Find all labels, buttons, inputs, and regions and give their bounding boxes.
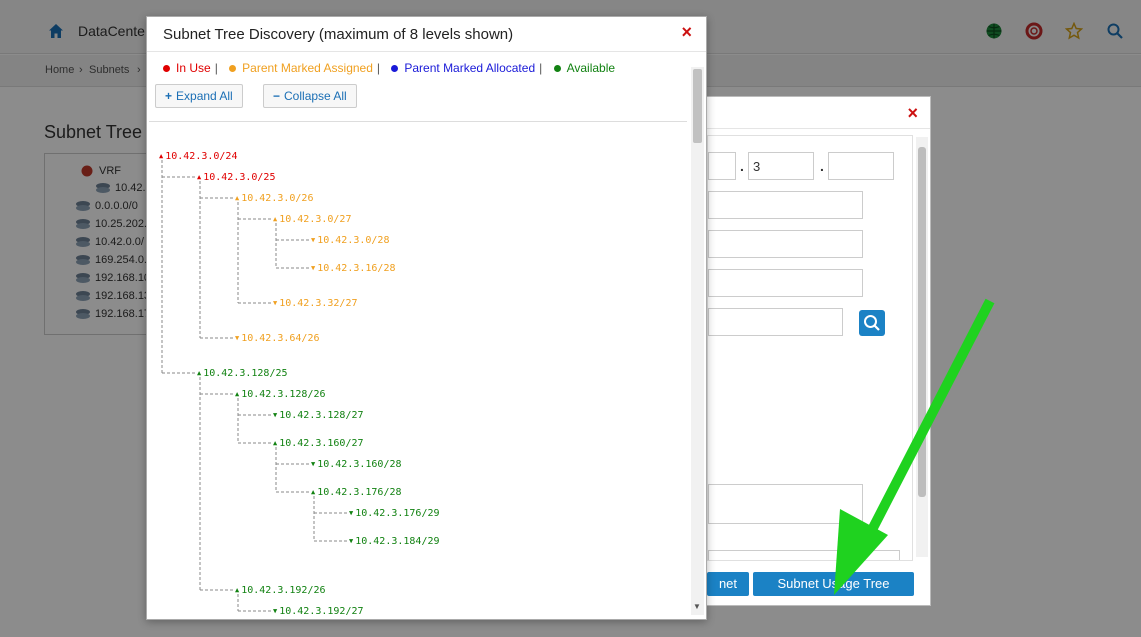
text-field[interactable] — [708, 230, 863, 258]
tree-node[interactable]: ▲ 10.42.3.128/25 — [197, 367, 288, 379]
legend-dot-icon — [553, 64, 561, 72]
tree-node[interactable]: ▲ 10.42.3.176/28 — [311, 486, 402, 498]
caret-up-icon[interactable]: ▲ — [311, 488, 315, 496]
legend-in-use: In Use — [159, 61, 211, 75]
tree-node[interactable]: ▲ 10.42.3.0/26 — [235, 192, 313, 204]
tree-node-label: 10.42.3.160/28 — [317, 459, 402, 470]
caret-down-icon[interactable]: ▼ — [273, 607, 277, 615]
tree-node-label: 10.42.3.184/29 — [355, 536, 440, 547]
tree-node-label: 10.42.3.0/25 — [203, 172, 276, 183]
close-icon[interactable]: × — [907, 103, 918, 124]
caret-down-icon[interactable]: ▼ — [273, 299, 277, 307]
caret-down-icon[interactable]: ▼ — [349, 509, 353, 517]
caret-down-icon[interactable]: ▼ — [311, 460, 315, 468]
caret-up-icon[interactable]: ▲ — [235, 390, 239, 398]
tree-node-label: 10.42.3.192/27 — [279, 606, 364, 617]
legend-dot-icon — [163, 64, 170, 72]
tree-node-label: 10.42.3.0/24 — [165, 151, 238, 162]
plus-icon: + — [165, 89, 173, 103]
tree-node-label: 10.42.3.176/29 — [355, 508, 440, 519]
annotation-arrow-icon — [834, 298, 995, 595]
expand-all-button[interactable]: + Expand All — [155, 84, 243, 108]
tree-node-label: 10.42.3.176/28 — [317, 487, 402, 498]
status-legend: In Use | Parent Marked Assigned | Parent M… — [159, 61, 617, 75]
caret-down-icon[interactable]: ▼ — [273, 411, 277, 419]
caret-up-icon[interactable]: ▲ — [197, 173, 201, 181]
tree-node-label: 10.42.3.128/27 — [279, 410, 364, 421]
caret-up-icon[interactable]: ▲ — [197, 369, 201, 377]
modal-header: × — [701, 97, 930, 129]
ip-separator: . — [740, 158, 744, 174]
modal-header: Subnet Tree Discovery (maximum of 8 leve… — [147, 17, 706, 52]
ip-octet-3[interactable]: 3 — [748, 152, 814, 180]
tree-node-label: 10.42.3.128/26 — [241, 389, 326, 400]
caret-down-icon[interactable]: ▼ — [311, 264, 315, 272]
subnet-tree-discovery-modal: Subnet Tree Discovery (maximum of 8 leve… — [146, 16, 707, 620]
tree-node-label: 10.42.3.64/26 — [241, 333, 320, 344]
modal-title: Subnet Tree Discovery (maximum of 8 leve… — [163, 26, 514, 43]
scrollbar[interactable]: ▼ — [691, 67, 704, 615]
scrollbar-thumb[interactable] — [693, 69, 702, 143]
tree-node[interactable]: ▲ 10.42.3.0/27 — [273, 213, 351, 225]
ip-octet-2[interactable] — [708, 152, 736, 180]
tree-node-label: 10.42.3.160/27 — [279, 438, 364, 449]
caret-up-icon[interactable]: ▲ — [273, 439, 277, 447]
caret-up-icon[interactable]: ▲ — [273, 215, 277, 223]
tree-node-label: 10.42.3.0/26 — [241, 193, 314, 204]
tree-node-label: 10.42.3.0/28 — [317, 235, 390, 246]
close-icon[interactable]: × — [681, 22, 692, 43]
tree-node-label: 10.42.3.128/25 — [203, 368, 288, 379]
tree-node[interactable]: ▼ 10.42.3.176/29 — [349, 507, 440, 519]
legend-parent-assigned: Parent Marked Assigned — [225, 61, 373, 75]
tree-node[interactable]: ▼ 10.42.3.16/28 — [311, 262, 396, 274]
caret-down-icon[interactable]: ▼ — [349, 537, 353, 545]
caret-up-icon[interactable]: ▲ — [159, 152, 163, 160]
tree-node[interactable]: ▲ 10.42.3.0/24 — [159, 150, 237, 162]
legend-dot-icon — [229, 64, 237, 72]
tree-node[interactable]: ▲ 10.42.3.192/26 — [235, 584, 326, 596]
caret-up-icon[interactable]: ▲ — [235, 194, 239, 202]
tree-node[interactable]: ▼ 10.42.3.64/26 — [235, 332, 320, 344]
tree-node[interactable]: ▼ 10.42.3.184/29 — [349, 535, 440, 547]
tree-node[interactable]: ▲ 10.42.3.0/25 — [197, 171, 275, 183]
tree-node-label: 10.42.3.16/28 — [317, 263, 396, 274]
tree-node[interactable]: ▼ 10.42.3.128/27 — [273, 409, 364, 421]
ip-octet-4[interactable] — [828, 152, 894, 180]
tree-node-label: 10.42.3.192/26 — [241, 585, 326, 596]
subnet-button[interactable]: net — [707, 572, 749, 596]
tree-node[interactable]: ▲ 10.42.3.160/27 — [273, 437, 364, 449]
tree-node[interactable]: ▲ 10.42.3.128/26 — [235, 388, 326, 400]
tree-node-label: 10.42.3.0/27 — [279, 214, 352, 225]
text-field[interactable] — [708, 269, 863, 297]
scroll-down-icon[interactable]: ▼ — [693, 602, 701, 611]
text-field[interactable] — [708, 191, 863, 219]
legend-available: Available — [550, 61, 615, 75]
legend-dot-icon — [391, 64, 399, 72]
minus-icon: − — [273, 89, 281, 103]
tree-node[interactable]: ▼ 10.42.3.0/28 — [311, 234, 389, 246]
tree-node-label: 10.42.3.32/27 — [279, 298, 358, 309]
tree-node[interactable]: ▼ 10.42.3.160/28 — [311, 458, 402, 470]
tree-node[interactable]: ▼ 10.42.3.32/27 — [273, 297, 358, 309]
caret-down-icon[interactable]: ▼ — [311, 236, 315, 244]
caret-down-icon[interactable]: ▼ — [235, 334, 239, 342]
collapse-all-button[interactable]: − Collapse All — [263, 84, 357, 108]
subnet-tree: ▲ 10.42.3.0/24 ▲ 10.42.3.0/25 ▲ 10.42.3.0/26 ▲… — [149, 121, 687, 619]
caret-up-icon[interactable]: ▲ — [235, 586, 239, 594]
legend-parent-allocated: Parent Marked Allocated — [387, 61, 535, 75]
tree-node[interactable]: ▼ 10.42.3.192/27 — [273, 605, 364, 617]
ip-separator: . — [820, 158, 824, 174]
